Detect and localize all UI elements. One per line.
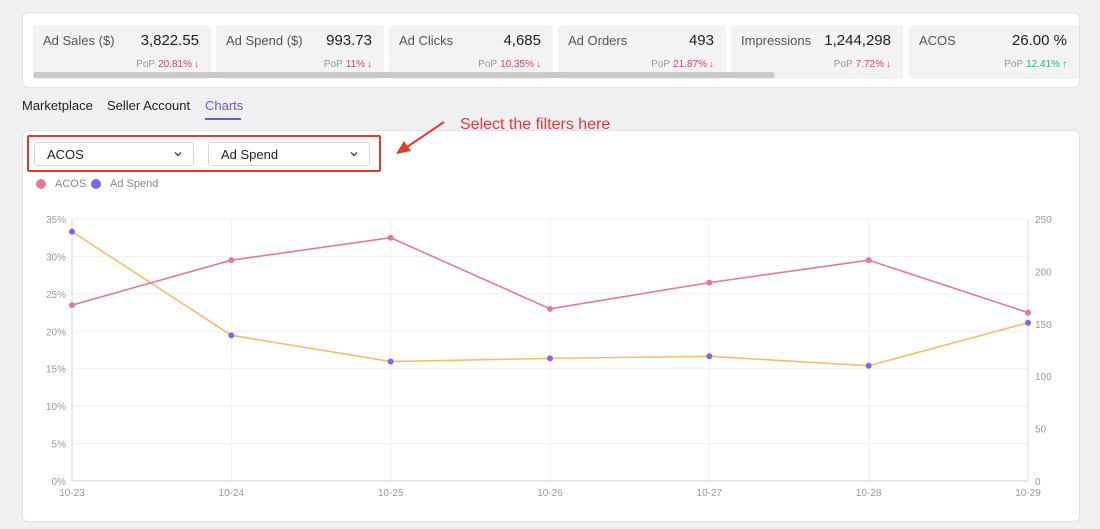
x-tick-label: 10-29: [1015, 488, 1041, 499]
data-point-ad-spend: [706, 353, 713, 360]
line-chart: 0% 5% 10% 15% 20% 25% 30% 35% 0 50 100 150 200 250 10-…: [46, 215, 1052, 499]
data-point-acos: [1025, 309, 1031, 316]
y-left-tick-label: 0%: [52, 477, 67, 488]
x-tick-label: 10-24: [219, 488, 245, 499]
y-right-tick-label: 0: [1035, 477, 1041, 488]
y-right-tick-label: 150: [1035, 320, 1052, 331]
y-right-tick-label: 200: [1035, 267, 1052, 278]
x-tick-label: 10-27: [697, 488, 723, 499]
x-tick-label: 10-23: [59, 488, 85, 499]
x-tick-label: 10-25: [378, 488, 404, 499]
y-left-tick-label: 30%: [46, 252, 66, 263]
x-tick-label: 10-28: [856, 488, 882, 499]
data-point-ad-spend: [228, 332, 235, 339]
y-left-tick-label: 5%: [52, 440, 67, 451]
data-point-ad-spend: [387, 358, 394, 365]
data-point-ad-spend: [1025, 319, 1031, 326]
data-point-ad-spend: [547, 355, 553, 362]
data-point-acos: [547, 305, 553, 312]
data-point-acos: [706, 279, 713, 286]
y-left-tick-label: 35%: [46, 215, 66, 226]
data-point-ad-spend: [865, 362, 872, 369]
data-point-acos: [387, 234, 394, 241]
x-tick-label: 10-26: [537, 488, 563, 499]
y-left-tick-label: 10%: [46, 402, 66, 413]
data-point-acos: [69, 302, 75, 309]
data-point-acos: [228, 257, 235, 264]
y-right-tick-label: 50: [1035, 425, 1047, 436]
y-right-tick-label: 100: [1035, 372, 1052, 383]
data-point-ad-spend: [69, 228, 75, 235]
data-point-acos: [865, 257, 872, 264]
y-left-tick-label: 25%: [46, 290, 66, 301]
y-left-tick-label: 15%: [46, 365, 66, 376]
y-left-tick-label: 20%: [46, 327, 66, 338]
y-right-tick-label: 250: [1035, 215, 1052, 226]
